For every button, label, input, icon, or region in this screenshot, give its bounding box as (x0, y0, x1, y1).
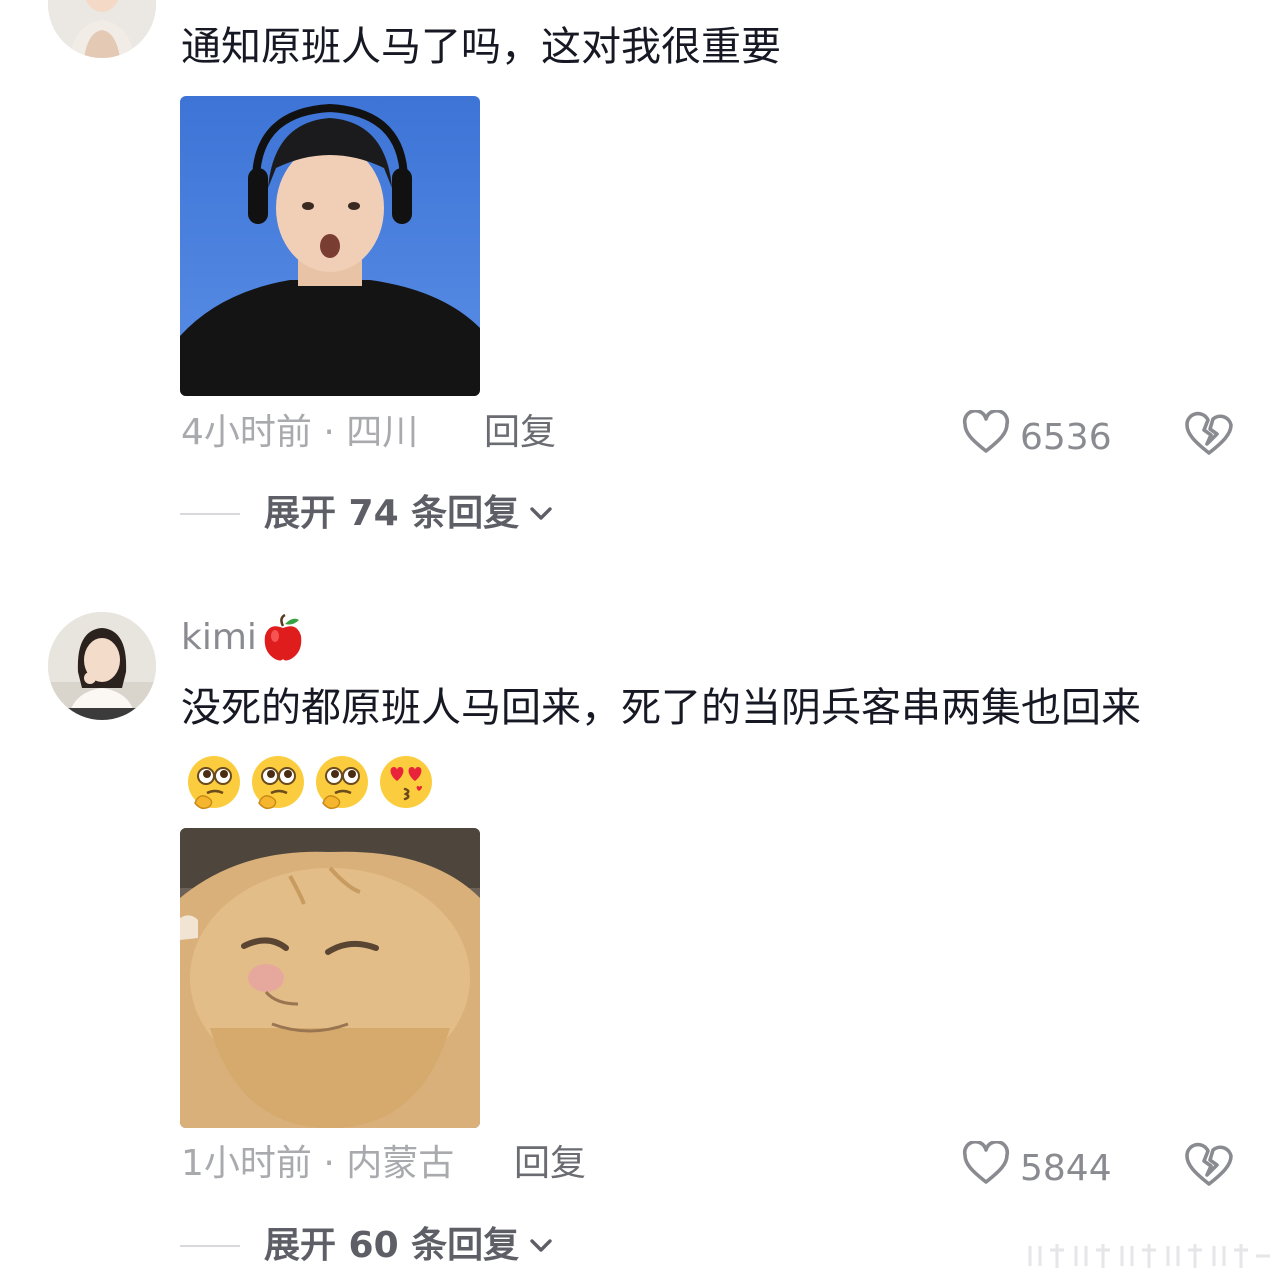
comment-text: 没死的都原班人马回来，死了的当阴兵客串两集也回来 (181, 672, 1211, 816)
like-count: 5844 (1020, 1147, 1112, 1189)
cat-smug-sticker[interactable] (180, 828, 480, 1128)
dislike-button[interactable] (1184, 1141, 1234, 1187)
thinking-face-emoji (185, 753, 243, 811)
dislike-button[interactable] (1184, 410, 1234, 456)
heart-eyes-kiss-emoji (377, 753, 435, 811)
comment-feed: 通知原班人马了吗，这对我很重要 4小时前 · 四川 回复 6536 展开 74 … (0, 0, 1284, 1276)
divider-line (180, 1245, 240, 1247)
divider-line (180, 513, 240, 515)
like-button[interactable]: 6536 (962, 408, 1112, 465)
thinking-face-emoji (313, 753, 371, 811)
expand-replies-label: 展开 60 条回复 (264, 1225, 520, 1266)
chevron-down-icon (529, 506, 553, 522)
commenter-avatar[interactable] (48, 0, 156, 58)
reply-button[interactable]: 回复 (514, 1142, 586, 1186)
chevron-down-icon (529, 1238, 553, 1254)
broken-heart-icon (1184, 1142, 1234, 1191)
heart-icon (962, 1139, 1010, 1196)
commenter-avatar[interactable] (48, 612, 156, 720)
like-count: 6536 (1020, 416, 1112, 458)
comment-meta: 4小时前 · 四川 (181, 412, 419, 453)
comment-text-body: 没死的都原班人马回来，死了的当阴兵客串两集也回来 (181, 685, 1141, 731)
watermark-graphic (1024, 1240, 1274, 1270)
person-headphones-sticker[interactable] (180, 96, 480, 396)
username[interactable]: kimi (181, 613, 305, 662)
reply-button[interactable]: 回复 (484, 411, 556, 455)
broken-heart-icon (1184, 411, 1234, 460)
emoji-row (185, 753, 435, 811)
thinking-face-emoji (249, 753, 307, 811)
expand-replies-button[interactable]: 展开 60 条回复 (180, 1224, 553, 1268)
like-button[interactable]: 5844 (962, 1139, 1112, 1196)
apple-emoji (261, 613, 305, 662)
expand-replies-label: 展开 74 条回复 (264, 493, 520, 534)
expand-replies-button[interactable]: 展开 74 条回复 (180, 492, 553, 536)
comment-meta: 1小时前 · 内蒙古 (181, 1143, 455, 1184)
comment-text: 通知原班人马了吗，这对我很重要 (181, 24, 781, 70)
heart-icon (962, 408, 1010, 465)
username-label: kimi (181, 617, 257, 658)
